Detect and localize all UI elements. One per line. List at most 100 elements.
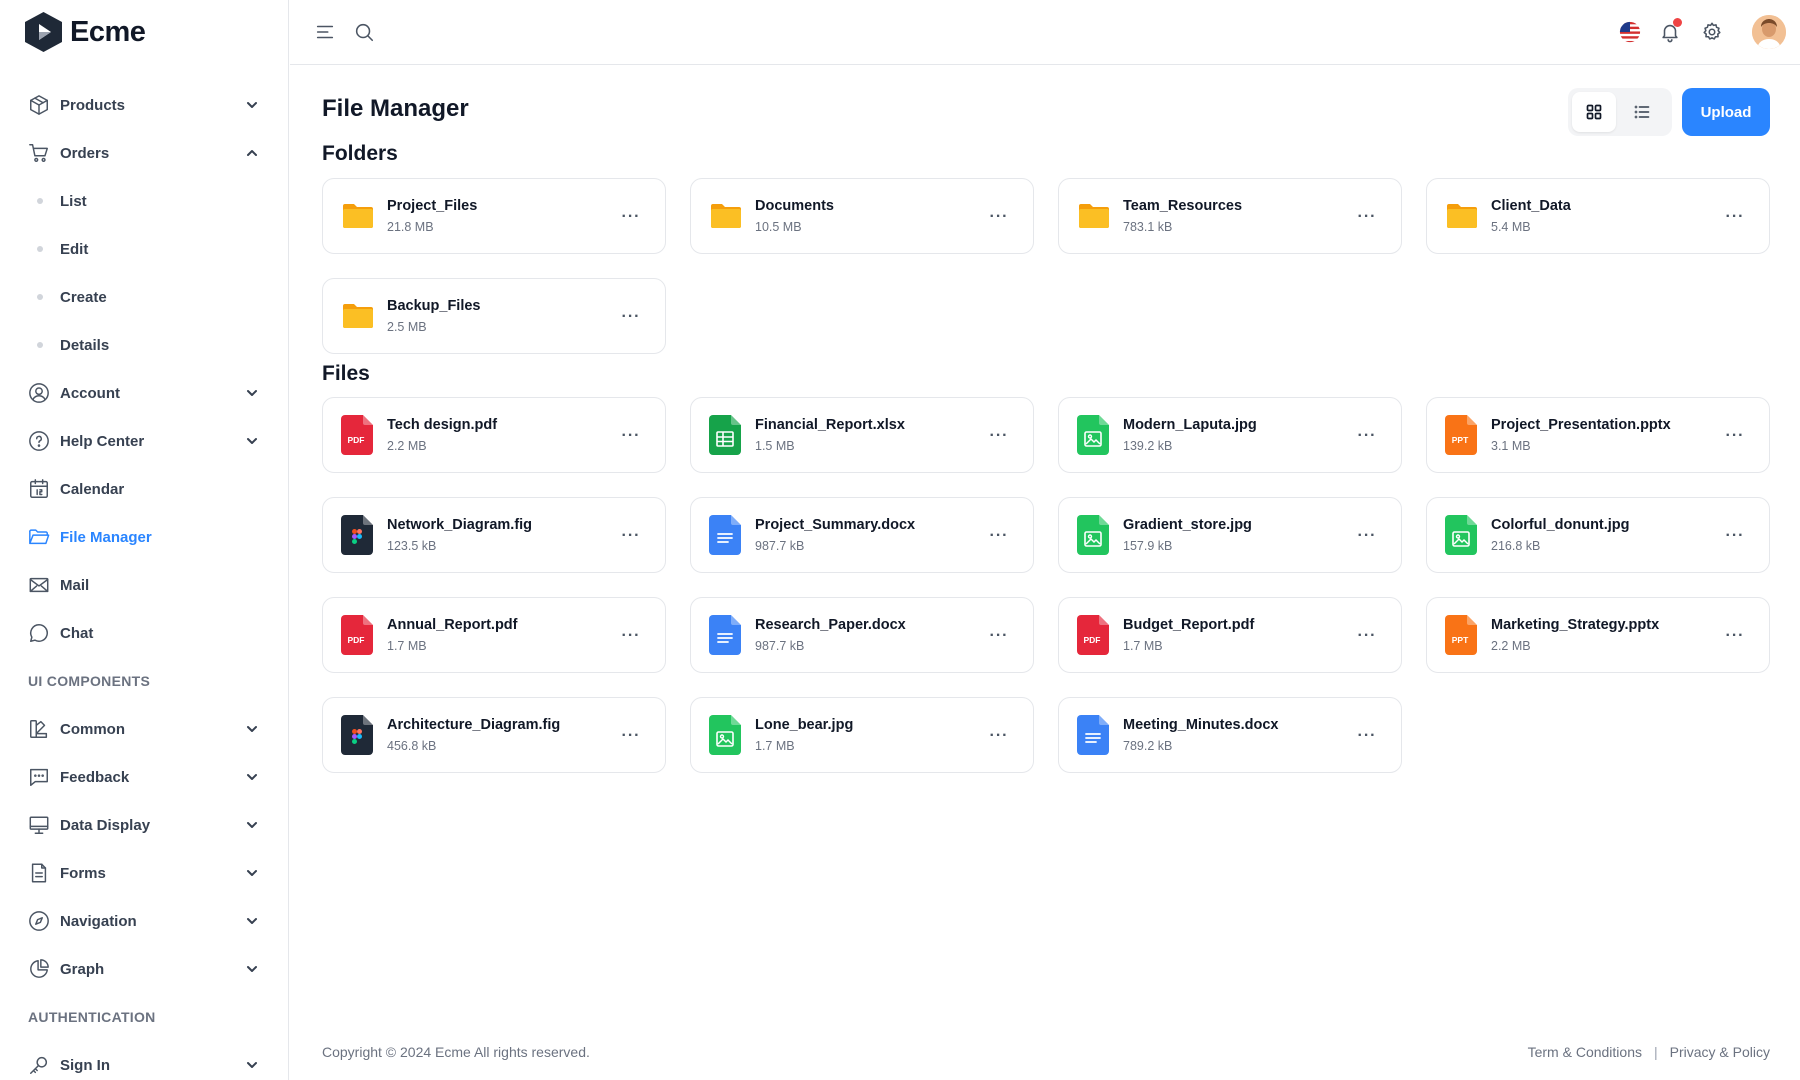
upload-button[interactable]: Upload	[1682, 88, 1770, 136]
language-button[interactable]	[1612, 14, 1648, 50]
more-options-icon[interactable]: ···	[987, 724, 1011, 748]
more-options-icon[interactable]: ···	[619, 524, 643, 548]
sidebar-item-calendar[interactable]: Calendar	[0, 465, 289, 513]
fig-file-icon	[341, 515, 375, 555]
more-options-icon[interactable]: ···	[1355, 624, 1379, 648]
sidebar-item-file-manager[interactable]: File Manager	[0, 513, 289, 561]
sidebar-subitem-create[interactable]: Create	[0, 273, 289, 321]
sidebar-item-mail[interactable]: Mail	[0, 561, 289, 609]
more-options-icon[interactable]: ···	[619, 305, 643, 329]
more-options-icon[interactable]: ···	[619, 205, 643, 229]
file-card[interactable]: Gradient_store.jpg 157.9 kB ···	[1058, 497, 1402, 573]
file-card[interactable]: Meeting_Minutes.docx 789.2 kB ···	[1058, 697, 1402, 773]
sidebar-item-orders[interactable]: Orders	[0, 129, 289, 177]
brand[interactable]: Ecme	[25, 12, 146, 52]
sidebar-item-graph[interactable]: Graph	[0, 945, 289, 993]
folder-card[interactable]: Documents 10.5 MB ···	[690, 178, 1034, 254]
more-options-icon[interactable]: ···	[987, 424, 1011, 448]
folder-name: Documents	[755, 198, 834, 214]
list-icon	[1634, 105, 1650, 119]
more-options-icon[interactable]: ···	[619, 424, 643, 448]
folder-card[interactable]: Backup_Files 2.5 MB ···	[322, 278, 666, 354]
sidebar-item-products[interactable]: Products	[0, 81, 289, 129]
svg-text:PDF: PDF	[348, 635, 365, 645]
sidebar-subitem-label: Create	[60, 288, 107, 306]
list-view-button[interactable]	[1620, 92, 1664, 132]
pdf-file-icon: PDF	[1077, 615, 1111, 655]
folder-card[interactable]: Client_Data 5.4 MB ···	[1426, 178, 1770, 254]
file-card[interactable]: PPT Marketing_Strategy.pptx 2.2 MB ···	[1426, 597, 1770, 673]
sidebar-subitem-details[interactable]: Details	[0, 321, 289, 369]
file-size: 456.8 kB	[387, 739, 437, 753]
sidebar-item-data-display[interactable]: Data Display	[0, 801, 289, 849]
sidebar-item-label: Account	[60, 384, 120, 402]
notifications-button[interactable]	[1652, 14, 1688, 50]
more-options-icon[interactable]: ···	[1355, 724, 1379, 748]
file-card[interactable]: Colorful_donunt.jpg 216.8 kB ···	[1426, 497, 1770, 573]
card-meta: Lone_bear.jpg 1.7 MB	[755, 717, 853, 753]
search-button[interactable]	[346, 14, 382, 50]
more-options-icon[interactable]: ···	[1723, 524, 1747, 548]
file-name: Network_Diagram.fig	[387, 517, 533, 533]
pptx-file-icon: PPT	[1445, 615, 1479, 655]
file-card[interactable]: PDF Budget_Report.pdf 1.7 MB ···	[1058, 597, 1402, 673]
us-flag-icon	[1619, 21, 1641, 43]
sidebar-item-chat[interactable]: Chat	[0, 609, 289, 657]
sidebar-item-feedback[interactable]: Feedback	[0, 753, 289, 801]
sidebar-item-label: Forms	[60, 864, 106, 882]
sidebar-item-help-center[interactable]: Help Center	[0, 417, 289, 465]
bullet-dot	[37, 246, 43, 252]
file-card[interactable]: Lone_bear.jpg 1.7 MB ···	[690, 697, 1034, 773]
more-options-icon[interactable]: ···	[619, 724, 643, 748]
more-options-icon[interactable]: ···	[619, 624, 643, 648]
sidebar-item-common[interactable]: Common	[0, 705, 289, 753]
xlsx-file-icon	[709, 415, 743, 455]
grid-view-button[interactable]	[1572, 92, 1616, 132]
sidebar-subitem-list[interactable]: List	[0, 177, 289, 225]
file-card[interactable]: Project_Summary.docx 987.7 kB ···	[690, 497, 1034, 573]
settings-button[interactable]	[1694, 14, 1730, 50]
more-options-icon[interactable]: ···	[1355, 205, 1379, 229]
file-card[interactable]: Architecture_Diagram.fig 456.8 kB ···	[322, 697, 666, 773]
file-card[interactable]: PDF Annual_Report.pdf 1.7 MB ···	[322, 597, 666, 673]
file-size: 1.7 MB	[755, 739, 795, 753]
more-options-icon[interactable]: ···	[1723, 205, 1747, 229]
docx-file-icon	[1077, 715, 1111, 755]
sidebar-item-account[interactable]: Account	[0, 369, 289, 417]
card-meta: Research_Paper.docx 987.7 kB	[755, 617, 906, 653]
more-options-icon[interactable]: ···	[1355, 524, 1379, 548]
docx-file-icon	[709, 515, 743, 555]
terms-link[interactable]: Term & Conditions	[1528, 1044, 1642, 1060]
file-card[interactable]: PPT Project_Presentation.pptx 3.1 MB ···	[1426, 397, 1770, 473]
view-toggle	[1568, 88, 1672, 136]
file-card[interactable]: PDF Tech design.pdf 2.2 MB ···	[322, 397, 666, 473]
file-card[interactable]: Modern_Laputa.jpg 139.2 kB ···	[1058, 397, 1402, 473]
folders-grid: Project_Files 21.8 MB ··· Documents 10.5 MB…	[322, 178, 1770, 354]
avatar[interactable]	[1752, 15, 1786, 49]
mail-icon	[28, 574, 50, 596]
folder-card[interactable]: Project_Files 21.8 MB ···	[322, 178, 666, 254]
menu-toggle-button[interactable]	[307, 14, 343, 50]
more-options-icon[interactable]: ···	[1355, 424, 1379, 448]
folder-card[interactable]: Team_Resources 783.1 kB ···	[1058, 178, 1402, 254]
more-options-icon[interactable]: ···	[987, 624, 1011, 648]
sidebar-item-sign-in[interactable]: Sign In	[0, 1041, 289, 1080]
more-options-icon[interactable]: ···	[987, 524, 1011, 548]
file-card[interactable]: Research_Paper.docx 987.7 kB ···	[690, 597, 1034, 673]
calendar-icon	[28, 478, 50, 500]
privacy-link[interactable]: Privacy & Policy	[1670, 1044, 1770, 1060]
folder-name: Client_Data	[1491, 198, 1571, 214]
pptx-file-icon: PPT	[1445, 415, 1479, 455]
more-options-icon[interactable]: ···	[987, 205, 1011, 229]
sidebar-subitem-edit[interactable]: Edit	[0, 225, 289, 273]
card-meta: Tech design.pdf 2.2 MB	[387, 417, 497, 453]
file-card[interactable]: Financial_Report.xlsx 1.5 MB ···	[690, 397, 1034, 473]
form-icon	[28, 862, 50, 884]
sidebar-item-label: Data Display	[60, 816, 151, 834]
more-options-icon[interactable]: ···	[1723, 424, 1747, 448]
sidebar-item-navigation[interactable]: Navigation	[0, 897, 289, 945]
file-card[interactable]: Network_Diagram.fig 123.5 kB ···	[322, 497, 666, 573]
sidebar-item-forms[interactable]: Forms	[0, 849, 289, 897]
more-options-icon[interactable]: ···	[1723, 624, 1747, 648]
file-name: Research_Paper.docx	[755, 617, 906, 633]
